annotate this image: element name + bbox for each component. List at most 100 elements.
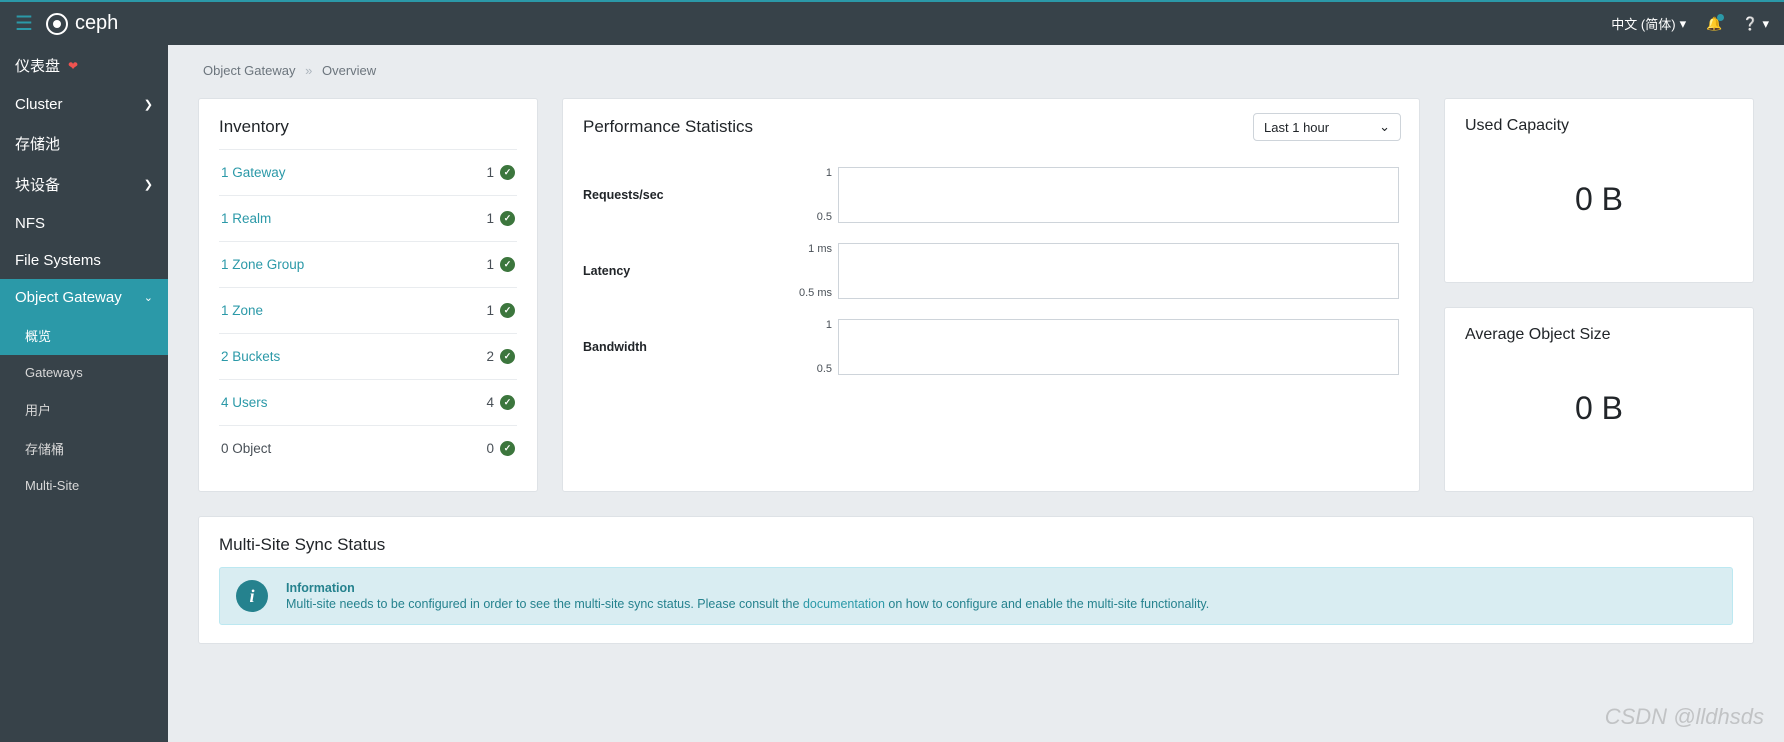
sidebar-item-label: File Systems <box>15 252 101 269</box>
inventory-row: 0 Object 0 ✓ <box>219 425 517 471</box>
inventory-count: 1 ✓ <box>486 211 515 226</box>
inventory-row: 4 Users 4 ✓ <box>219 379 517 425</box>
inventory-label[interactable]: 1 Gateway <box>221 165 286 180</box>
check-circle-icon: ✓ <box>500 257 515 272</box>
check-circle-icon: ✓ <box>500 165 515 180</box>
inventory-label[interactable]: 1 Realm <box>221 211 271 226</box>
language-label: 中文 (简体) <box>1611 14 1675 33</box>
sidebar-item-label: 概览 <box>25 329 51 344</box>
sidebar-item-label: Gateways <box>25 365 83 380</box>
brand-logo[interactable]: ceph <box>45 12 118 36</box>
used-capacity-card: Used Capacity 0 B <box>1444 98 1754 283</box>
hamburger-icon[interactable]: ☰ <box>15 11 33 36</box>
inventory-count: 4 ✓ <box>486 395 515 410</box>
caret-down-icon: ▾ <box>1680 16 1687 32</box>
language-selector[interactable]: 中文 (简体) ▾ <box>1611 14 1686 33</box>
check-circle-icon: ✓ <box>500 349 515 364</box>
check-circle-icon: ✓ <box>500 303 515 318</box>
sidebar-item-label: Cluster <box>15 96 63 113</box>
metric-ticks: 10.5 <box>793 167 838 223</box>
caret-down-icon: ▾ <box>1762 16 1769 32</box>
inventory-count: 1 ✓ <box>486 165 515 180</box>
ceph-logo-icon <box>45 12 69 36</box>
inventory-row: 1 Zone 1 ✓ <box>219 287 517 333</box>
breadcrumb-root[interactable]: Object Gateway <box>203 63 296 78</box>
inventory-row: 1 Gateway 1 ✓ <box>219 149 517 195</box>
sidebar-subitem-users[interactable]: 用户 <box>0 390 168 429</box>
performance-metric-row: Bandwidth 10.5 <box>583 319 1399 375</box>
heart-icon: ❤ <box>68 59 78 73</box>
sidebar-item-label: 用户 <box>25 403 51 418</box>
inventory-label[interactable]: 1 Zone <box>221 303 263 318</box>
brand-name: ceph <box>75 12 118 35</box>
metric-chart <box>838 243 1399 299</box>
inventory-label: 0 Object <box>221 441 271 456</box>
metric-chart <box>838 319 1399 375</box>
metric-label: Bandwidth <box>583 340 793 354</box>
help-icon: ❔ <box>1742 16 1758 32</box>
chevron-down-icon: ⌄ <box>1379 119 1390 135</box>
sidebar-subitem-multisite[interactable]: Multi-Site <box>0 468 168 503</box>
check-circle-icon: ✓ <box>500 395 515 410</box>
sidebar-item-label: NFS <box>15 215 45 232</box>
sidebar-item-label: 存储桶 <box>25 442 64 457</box>
inventory-row: 1 Realm 1 ✓ <box>219 195 517 241</box>
inventory-count: 2 ✓ <box>486 349 515 364</box>
sync-status-card: Multi-Site Sync Status i Information Mul… <box>198 516 1754 644</box>
used-capacity-value: 0 B <box>1465 135 1733 264</box>
info-message: Multi-site needs to be configured in ord… <box>286 597 1209 611</box>
sidebar-item-label: 仪表盘 <box>15 55 60 76</box>
inventory-count: 0 ✓ <box>486 441 515 456</box>
breadcrumb: Object Gateway » Overview <box>198 63 1754 78</box>
notifications-button[interactable]: 🔔 <box>1706 16 1722 32</box>
performance-metric-row: Requests/sec 10.5 <box>583 167 1399 223</box>
chevron-down-icon: ⌄ <box>144 291 153 304</box>
sidebar-item-object-gateway[interactable]: Object Gateway ⌄ <box>0 279 168 316</box>
sidebar-subitem-gateways[interactable]: Gateways <box>0 355 168 390</box>
metric-chart <box>838 167 1399 223</box>
sidebar-item-block[interactable]: 块设备 ❯ <box>0 164 168 205</box>
avg-object-size-title: Average Object Size <box>1465 326 1733 344</box>
inventory-label[interactable]: 4 Users <box>221 395 268 410</box>
breadcrumb-current: Overview <box>322 63 376 78</box>
sidebar-item-nfs[interactable]: NFS <box>0 205 168 242</box>
inventory-title: Inventory <box>219 117 517 137</box>
sidebar-subitem-buckets[interactable]: 存储桶 <box>0 429 168 468</box>
metric-ticks: 1 ms0.5 ms <box>793 243 838 299</box>
sidebar-item-label: Multi-Site <box>25 478 79 493</box>
performance-card: Performance Statistics Last 1 hour ⌄ Req… <box>562 98 1420 492</box>
inventory-row: 1 Zone Group 1 ✓ <box>219 241 517 287</box>
sidebar-item-label: 块设备 <box>15 174 60 195</box>
documentation-link[interactable]: documentation <box>803 597 885 611</box>
avg-object-size-card: Average Object Size 0 B <box>1444 307 1754 492</box>
metric-label: Latency <box>583 264 793 278</box>
inventory-label[interactable]: 2 Buckets <box>221 349 280 364</box>
inventory-card: Inventory 1 Gateway 1 ✓ 1 Realm 1 ✓ 1 Zo… <box>198 98 538 492</box>
chevron-right-icon: ❯ <box>144 98 153 111</box>
time-range-select[interactable]: Last 1 hour ⌄ <box>1253 113 1401 141</box>
sidebar-subitem-overview[interactable]: 概览 <box>0 316 168 355</box>
chevron-right-icon: ❯ <box>144 178 153 191</box>
inventory-label[interactable]: 1 Zone Group <box>221 257 304 272</box>
metric-label: Requests/sec <box>583 188 793 202</box>
help-button[interactable]: ❔ ▾ <box>1742 16 1769 32</box>
sidebar-item-label: Object Gateway <box>15 289 122 306</box>
sidebar-item-cluster[interactable]: Cluster ❯ <box>0 86 168 123</box>
info-title: Information <box>286 581 1209 595</box>
inventory-row: 2 Buckets 2 ✓ <box>219 333 517 379</box>
info-icon: i <box>236 580 268 612</box>
avg-object-size-value: 0 B <box>1465 344 1733 473</box>
sidebar: 仪表盘 ❤ Cluster ❯ 存储池 块设备 ❯ NFS File Syste… <box>0 45 168 742</box>
sidebar-item-label: 存储池 <box>15 133 60 154</box>
time-range-label: Last 1 hour <box>1264 120 1329 135</box>
sync-status-title: Multi-Site Sync Status <box>219 535 1733 555</box>
info-alert: i Information Multi-site needs to be con… <box>219 567 1733 625</box>
check-circle-icon: ✓ <box>500 211 515 226</box>
sidebar-item-pools[interactable]: 存储池 <box>0 123 168 164</box>
used-capacity-title: Used Capacity <box>1465 117 1733 135</box>
check-circle-icon: ✓ <box>500 441 515 456</box>
metric-ticks: 10.5 <box>793 319 838 375</box>
sidebar-item-filesystems[interactable]: File Systems <box>0 242 168 279</box>
sidebar-item-dashboard[interactable]: 仪表盘 ❤ <box>0 45 168 86</box>
performance-metric-row: Latency 1 ms0.5 ms <box>583 243 1399 299</box>
